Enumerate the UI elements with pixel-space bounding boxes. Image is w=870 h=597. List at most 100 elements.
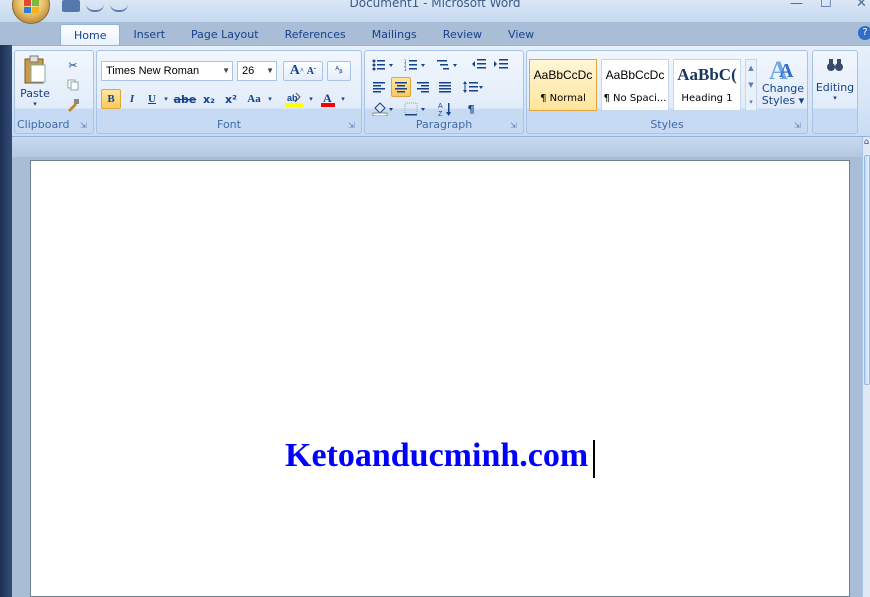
window-frame-left <box>0 45 12 597</box>
style-no-spacing[interactable]: AaBbCcDc ¶ No Spaci... <box>601 59 669 111</box>
paragraph-launcher-icon[interactable]: ⇲ <box>510 121 519 130</box>
change-case-dropdown-icon[interactable]: ▾ <box>265 89 275 109</box>
close-button[interactable]: ✕ <box>856 0 867 11</box>
change-styles-label-2: Styles ▾ <box>761 94 805 107</box>
change-case-button[interactable]: Aa <box>243 89 265 109</box>
style-name: ¶ Normal <box>540 93 586 104</box>
underline-dropdown-icon[interactable]: ▾ <box>161 89 171 109</box>
paragraph-group: 1 2 3 A Z ¶ Paragraph ⇲ <box>364 50 524 134</box>
tab-mailings[interactable]: Mailings <box>359 24 430 46</box>
ribbon: Paste ▾ ✂ Clipboard ⇲ Times New Roman ▼ … <box>12 45 870 137</box>
change-styles-icon: A A <box>769 56 794 83</box>
format-painter-icon[interactable] <box>63 95 83 115</box>
grow-shrink-font-buttons[interactable]: A ^ Aˇ <box>283 61 323 81</box>
bullets-icon <box>372 59 393 71</box>
align-center-button[interactable] <box>391 77 411 97</box>
justify-icon <box>439 82 451 93</box>
sort-button[interactable]: A Z <box>435 99 457 119</box>
tab-view[interactable]: View <box>495 24 547 46</box>
font-group: Times New Roman ▼ 26 ▼ A ^ Aˇ ᴬᵦ B I U ▾ … <box>96 50 362 134</box>
svg-text:ab: ab <box>287 93 298 103</box>
italic-button[interactable]: I <box>123 89 141 109</box>
font-color-icon: A <box>321 91 335 107</box>
shading-bucket-icon <box>372 102 393 116</box>
ribbon-bottom-edge <box>12 137 864 157</box>
maximize-button[interactable]: ☐ <box>820 0 832 11</box>
font-group-label: Font <box>217 118 241 131</box>
bullets-button[interactable] <box>369 55 399 75</box>
editing-button[interactable]: Editing ▾ <box>815 55 855 115</box>
style-name: ¶ No Spaci... <box>603 93 667 104</box>
superscript-button[interactable]: x² <box>221 89 241 109</box>
font-color-dropdown-icon[interactable]: ▾ <box>339 89 347 109</box>
increase-indent-button[interactable] <box>491 55 511 75</box>
show-formatting-marks-button[interactable]: ¶ <box>461 99 481 119</box>
font-size-combo[interactable]: 26 ▼ <box>237 61 277 81</box>
tab-insert[interactable]: Insert <box>120 24 178 46</box>
justify-button[interactable] <box>435 77 455 97</box>
scroll-down-icon[interactable]: ▼ <box>746 77 756 94</box>
clear-formatting-button[interactable]: ᴬᵦ <box>327 61 351 81</box>
more-styles-icon[interactable]: ▾ <box>746 94 756 111</box>
style-preview: AaBbCcDc <box>605 68 665 82</box>
decrease-indent-button[interactable] <box>469 55 489 75</box>
document-text[interactable]: Ketoanducminh.com <box>285 437 588 475</box>
numbering-button[interactable]: 1 2 3 <box>401 55 431 75</box>
style-normal[interactable]: AaBbCcDc ¶ Normal <box>529 59 597 111</box>
highlighter-icon: ab <box>285 92 303 107</box>
underline-button[interactable]: U <box>143 89 161 109</box>
ruler-toggle-icon[interactable]: ⌂ <box>863 137 870 146</box>
change-styles-button[interactable]: A A Change Styles ▾ <box>761 53 805 117</box>
document-page[interactable] <box>30 160 850 597</box>
increase-indent-icon <box>494 59 508 69</box>
style-heading-1[interactable]: AaBbC( Heading 1 <box>673 59 741 111</box>
sort-az-icon: A Z <box>438 103 451 117</box>
help-icon[interactable]: ? <box>858 26 870 40</box>
borders-icon <box>404 102 425 116</box>
strikethrough-button[interactable]: abe <box>173 89 197 109</box>
pilcrow-icon: ¶ <box>467 102 475 116</box>
styles-gallery-scroll[interactable]: ▲ ▼ ▾ <box>745 59 757 111</box>
paste-dropdown-icon: ▾ <box>33 100 37 108</box>
align-right-button[interactable] <box>413 77 433 97</box>
font-color-button[interactable]: A <box>317 89 339 109</box>
style-name: Heading 1 <box>681 93 733 104</box>
cut-icon[interactable]: ✂ <box>63 55 83 75</box>
grow-font-button[interactable]: A <box>290 63 300 79</box>
highlight-color-button[interactable]: ab <box>281 89 307 109</box>
borders-button[interactable] <box>401 99 431 119</box>
subscript-button[interactable]: x₂ <box>199 89 219 109</box>
highlight-dropdown-icon[interactable]: ▾ <box>307 89 315 109</box>
clipboard-group: Paste ▾ ✂ Clipboard ⇲ <box>14 50 94 134</box>
align-left-icon <box>373 82 385 93</box>
scroll-up-icon[interactable]: ▲ <box>746 60 756 77</box>
scroll-thumb[interactable] <box>864 155 870 385</box>
tab-references[interactable]: References <box>272 24 359 46</box>
clipboard-launcher-icon[interactable]: ⇲ <box>80 121 89 130</box>
binoculars-icon <box>827 59 843 71</box>
bold-button[interactable]: B <box>101 89 121 109</box>
font-launcher-icon[interactable]: ⇲ <box>348 121 357 130</box>
tab-home[interactable]: Home <box>60 24 121 46</box>
styles-launcher-icon[interactable]: ⇲ <box>794 121 803 130</box>
minimize-button[interactable]: — <box>790 0 803 11</box>
svg-text:3: 3 <box>404 67 407 71</box>
line-spacing-button[interactable] <box>459 77 487 97</box>
tab-review[interactable]: Review <box>430 24 495 46</box>
editing-label: Editing <box>815 81 855 94</box>
multilevel-list-button[interactable] <box>433 55 463 75</box>
clear-formatting-icon: ᴬᵦ <box>335 66 343 76</box>
tab-page-layout[interactable]: Page Layout <box>178 24 272 46</box>
align-left-button[interactable] <box>369 77 389 97</box>
font-family-combo[interactable]: Times New Roman ▼ <box>101 61 233 81</box>
copy-icon[interactable] <box>63 75 83 95</box>
svg-text:A: A <box>779 60 794 82</box>
text-caret <box>593 440 595 478</box>
paste-button[interactable]: Paste ▾ <box>19 55 51 113</box>
vertical-scrollbar[interactable]: ⌂ <box>862 137 870 597</box>
decrease-indent-icon <box>472 59 486 69</box>
shading-button[interactable] <box>369 99 399 119</box>
shrink-font-button[interactable]: A <box>307 66 314 77</box>
window-title: Document1 - Microsoft Word <box>349 0 521 10</box>
paste-icon <box>24 55 46 84</box>
